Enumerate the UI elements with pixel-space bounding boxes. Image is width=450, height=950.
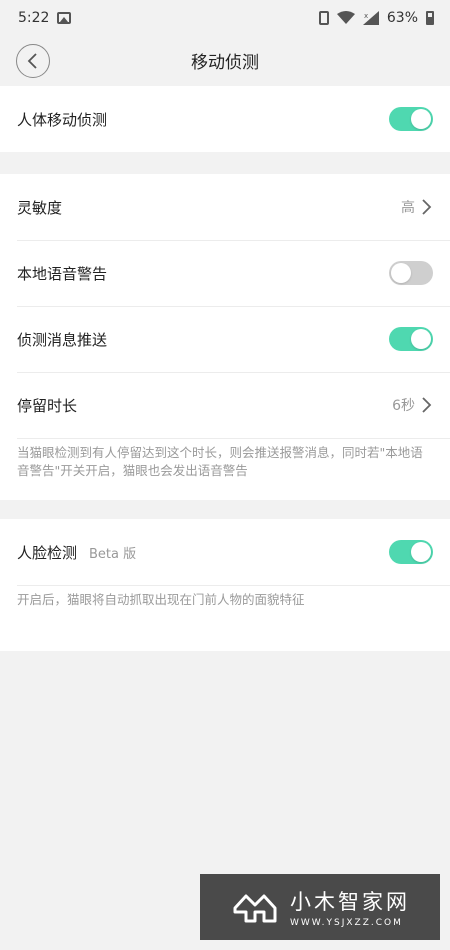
row-stay-duration[interactable]: 停留时长 6秒 <box>0 372 450 438</box>
row-motion-detection: 人体移动侦测 <box>0 86 450 152</box>
face-label-wrap: 人脸检测 Beta 版 <box>17 542 136 563</box>
status-time: 5:22 <box>18 10 50 26</box>
row-face-detection: 人脸检测 Beta 版 <box>0 519 450 585</box>
row-label: 侦测消息推送 <box>17 330 108 349</box>
battery-percent: 63% <box>386 10 418 26</box>
battery-icon <box>426 11 434 25</box>
row-label: 停留时长 <box>17 396 78 415</box>
chevron-right-icon <box>422 199 432 215</box>
row-label: 人脸检测 <box>17 543 78 562</box>
house-logo-icon <box>233 894 277 923</box>
status-bar: 5:22 x 63% <box>0 0 450 36</box>
toggle-knob <box>411 542 431 562</box>
status-right: x 63% <box>318 10 434 26</box>
row-label: 人体移动侦测 <box>17 110 108 129</box>
push-notification-toggle[interactable] <box>389 327 433 351</box>
section-face: 人脸检测 Beta 版 开启后，猫眼将自动抓取出现在门前人物的面貌特征 <box>0 519 450 651</box>
watermark-title: 小木智家网 <box>290 890 410 914</box>
motion-detection-toggle[interactable] <box>389 107 433 131</box>
row-label: 灵敏度 <box>17 198 63 217</box>
row-sensitivity[interactable]: 灵敏度 高 <box>0 174 450 240</box>
voice-alert-toggle[interactable] <box>389 261 433 285</box>
value-wrap: 高 <box>401 197 433 217</box>
back-button[interactable] <box>16 44 50 78</box>
signal-icon: x <box>362 11 379 25</box>
watermark-url: WWW.YSJXZZ.COM <box>290 918 403 928</box>
watermark-text: 小木智家网 WWW.YSJXZZ.COM <box>290 886 410 928</box>
section-motion: 人体移动侦测 <box>0 86 450 152</box>
status-left: 5:22 <box>18 10 72 26</box>
row-voice-alert: 本地语音警告 <box>0 240 450 306</box>
svg-text:x: x <box>364 12 368 20</box>
beta-badge: Beta 版 <box>89 546 137 562</box>
chevron-left-icon <box>27 53 37 69</box>
stay-duration-value: 6秒 <box>392 398 415 414</box>
toggle-knob <box>411 109 431 129</box>
page-title: 移动侦测 <box>191 52 259 73</box>
row-label: 本地语音警告 <box>17 264 108 283</box>
watermark: 小木智家网 WWW.YSJXZZ.COM <box>200 874 440 940</box>
toggle-knob <box>411 329 431 349</box>
header: 移动侦测 <box>0 36 450 84</box>
face-detection-toggle[interactable] <box>389 540 433 564</box>
face-detection-note: 开启后，猫眼将自动抓取出现在门前人物的面貌特征 <box>0 585 450 629</box>
sensitivity-value: 高 <box>401 200 415 216</box>
vibrate-icon <box>318 11 329 25</box>
toggle-knob <box>391 263 411 283</box>
wifi-icon <box>336 11 355 24</box>
section-settings: 灵敏度 高 本地语音警告 侦测消息推送 停留时长 6秒 当猫眼检测到有人停留达到… <box>0 174 450 500</box>
stay-duration-note: 当猫眼检测到有人停留达到这个时长，则会推送报警消息，同时若"本地语音警告"开关开… <box>0 438 450 500</box>
chevron-right-icon <box>422 397 432 413</box>
value-wrap: 6秒 <box>392 395 433 415</box>
row-push-notification: 侦测消息推送 <box>0 306 450 372</box>
image-notification-icon <box>57 12 72 24</box>
